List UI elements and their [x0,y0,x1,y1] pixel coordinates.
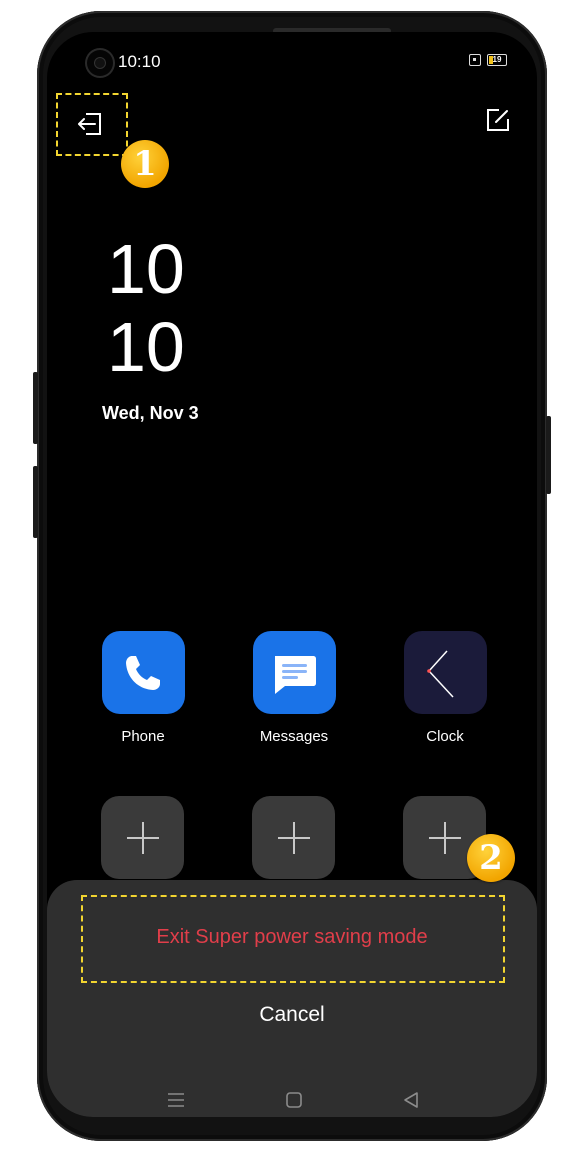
phone-icon [126,655,160,690]
app-messages[interactable]: Messages [252,631,336,745]
status-icons: 19 [469,54,507,66]
sim-icon [469,54,481,66]
camera-icon [87,50,113,76]
edit-button[interactable] [483,105,513,135]
app-clock[interactable]: Clock [403,631,487,745]
clock-widget[interactable]: 10 10 [107,230,185,386]
nav-home-button[interactable] [279,1085,309,1115]
plus-icon [277,821,310,854]
add-app-slot-1[interactable] [101,796,184,879]
phone-screen: 10:10 19 1 10 10 Wed, Nov 3 Phone Messag… [47,32,537,1117]
battery-icon: 19 [487,54,507,66]
clock-icon [427,649,454,698]
nav-back-button[interactable] [396,1085,426,1115]
app-label-messages: Messages [259,728,329,745]
clock-hour: 10 [107,230,185,308]
cancel-label: Cancel [259,1003,325,1026]
add-app-slot-2[interactable] [252,796,335,879]
power-button [546,416,551,494]
phone-tile [101,631,185,714]
volume-up-button [33,372,38,444]
clock-minute: 10 [107,308,185,386]
volume-down-button [33,466,38,538]
edit-icon [487,109,509,131]
back-icon [404,1092,418,1108]
exit-bottom-sheet: Exit Super power saving mode Cancel [47,880,537,1117]
navigation-bar [47,1085,537,1115]
app-phone[interactable]: Phone [101,631,185,745]
date-label: Wed, Nov 3 [102,403,199,423]
clock-tile [403,631,487,714]
cancel-button[interactable]: Cancel [87,995,497,1035]
step-badge-2: 2 [467,834,515,882]
messages-tile [252,631,336,714]
menu-icon [168,1093,184,1107]
message-icon [275,655,316,694]
highlight-box-exit-option [81,895,505,983]
highlight-box-exit [56,93,128,156]
app-label-phone: Phone [121,728,165,745]
battery-level: 19 [492,55,502,64]
home-icon [286,1092,302,1108]
nav-menu-button[interactable] [161,1085,191,1115]
plus-icon [428,821,461,854]
step-badge-1: 1 [121,140,169,188]
app-label-clock: Clock [426,728,464,745]
plus-icon [126,821,159,854]
status-time: 10:10 [118,52,161,71]
